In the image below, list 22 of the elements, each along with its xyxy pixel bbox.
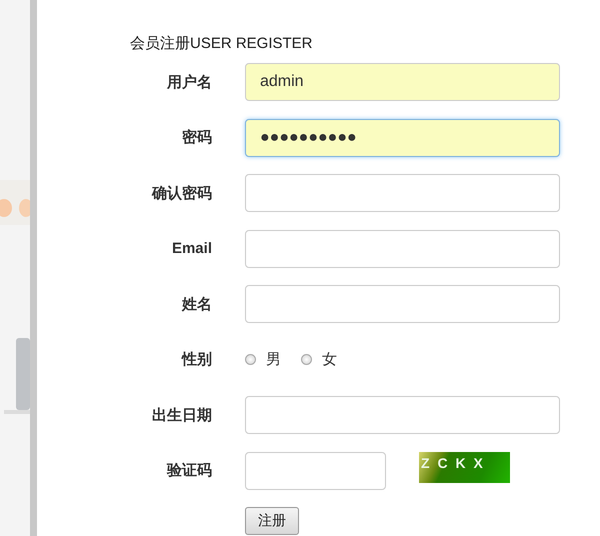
input-field[interactable] (245, 230, 560, 268)
field-label: 性别 (182, 350, 212, 369)
radio-button[interactable] (301, 354, 312, 365)
field-label: 出生日期 (152, 406, 212, 424)
field-label: 姓名 (182, 294, 212, 314)
radio-label: 女 (322, 350, 337, 369)
field-label: 密码 (182, 128, 212, 147)
field-label: 确认密码 (152, 184, 212, 202)
form-title: 会员注册USER REGISTER (130, 34, 314, 53)
captcha-image[interactable]: Z C K X (419, 452, 510, 482)
radio-label: 男 (266, 350, 281, 369)
input-field[interactable] (245, 174, 560, 212)
register-button[interactable]: 注册 (245, 507, 299, 535)
radio-button[interactable] (245, 354, 256, 365)
input-field[interactable]: ●●●●●●●●●● (245, 118, 560, 156)
input-field[interactable]: admin (245, 63, 560, 101)
field-label: 验证码 (167, 461, 212, 480)
input-field[interactable] (245, 452, 386, 490)
field-label: 用户名 (167, 72, 212, 92)
input-field[interactable] (245, 396, 560, 434)
field-label: Email (172, 240, 212, 257)
input-field[interactable] (245, 285, 560, 323)
